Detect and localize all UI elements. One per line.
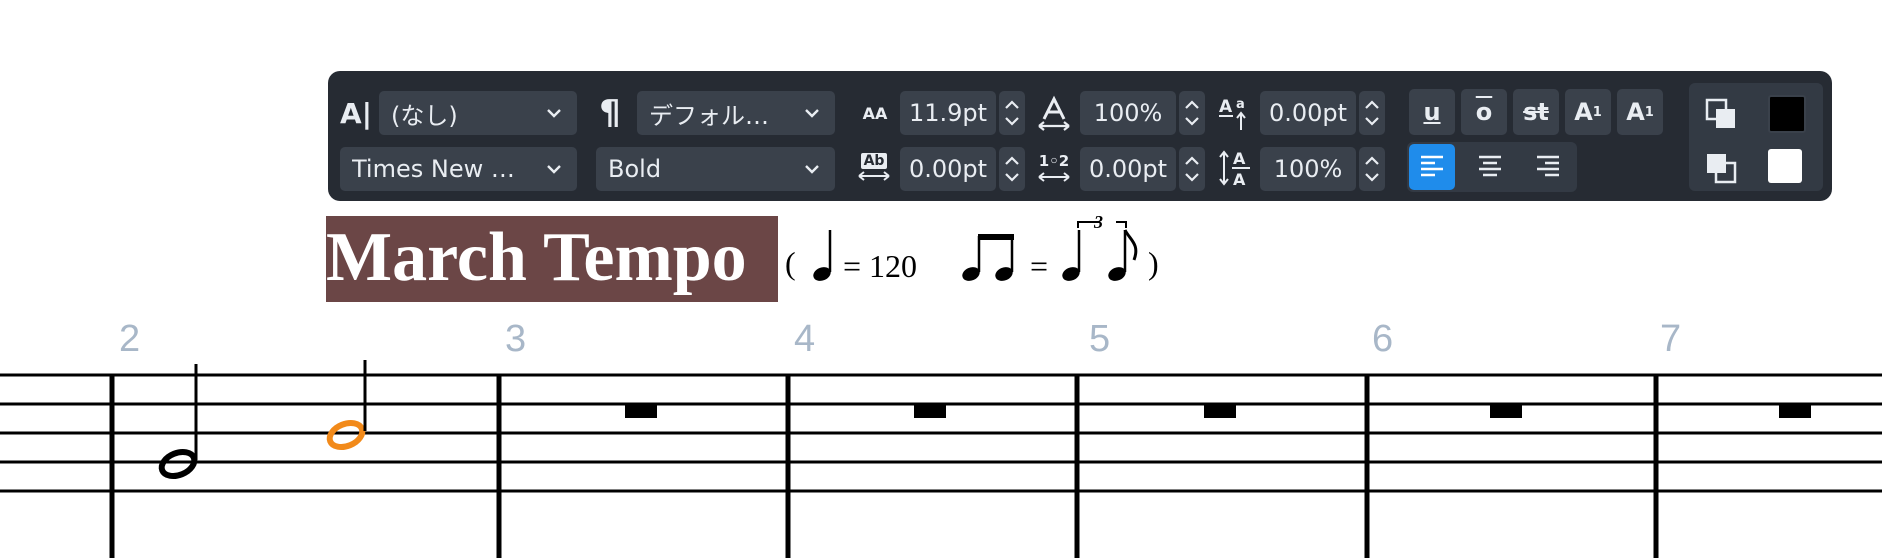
font-size-icon: AA [856,91,894,135]
align-center-button[interactable] [1467,144,1513,190]
chevron-down-icon [547,109,561,118]
whole-rest[interactable] [1779,404,1811,418]
line-spacing-field[interactable]: 100% [1260,147,1356,191]
layers-front-icon [1705,98,1735,128]
text-color-icon-button[interactable] [1698,91,1744,137]
beamed-eighths-icon [962,234,1014,281]
svg-text:A: A [1233,149,1246,168]
align-center-icon [1479,155,1501,177]
word-spacing-stepper[interactable] [1179,147,1205,191]
horizontal-scale-field[interactable]: 100% [1080,91,1176,135]
letter-spacing-stepper[interactable] [999,147,1025,191]
layers-back-icon [1707,154,1737,184]
measure-number: 7 [1660,318,1682,360]
subscript-small: 1 [1644,104,1654,120]
tuplet-number: 3 [1094,212,1103,232]
word-spacing-icon: 1◦2 [1034,145,1074,191]
font-size-field[interactable]: 11.9pt [900,91,996,135]
overline-label: o [1475,98,1493,126]
stepper-arrows-icon [1365,100,1379,126]
horizontal-scale-icon [1034,91,1074,135]
line-spacing-icon: AA [1215,145,1255,191]
horizontal-scale-stepper[interactable] [1179,91,1205,135]
superscript-button[interactable]: A1 [1565,89,1611,135]
stepper-arrows-icon [1365,156,1379,182]
staff-lines [0,373,1882,493]
baseline-offset-stepper[interactable] [1359,91,1385,135]
baseline-offset-value: 0.00pt [1268,99,1348,127]
character-style-dropdown[interactable]: デフォル… [637,91,835,135]
font-style-dropdown[interactable]: Bold [596,147,835,191]
overline-button[interactable]: o [1461,89,1507,135]
baseline-offset-field[interactable]: 0.00pt [1260,91,1356,135]
word-spacing-icon-label: 1◦2 [1038,152,1070,170]
underline-button[interactable]: u [1409,89,1455,135]
tempo-equals: = [1030,248,1049,284]
svg-text:A: A [1219,97,1233,117]
svg-text:a: a [1236,97,1245,112]
align-right-button[interactable] [1525,144,1571,190]
music-staff [0,360,1882,558]
measure-number: 3 [505,318,527,360]
subscript-label: A [1626,98,1645,126]
paren-open: ( [785,245,796,281]
line-spacing-stepper[interactable] [1359,147,1385,191]
measure-number: 6 [1372,318,1394,360]
align-left-icon [1421,155,1443,177]
svg-text:A: A [1233,170,1246,189]
word-spacing-field[interactable]: 0.00pt [1080,147,1176,191]
horizontal-scale-value: 100% [1093,99,1163,127]
align-left-button[interactable] [1409,144,1455,190]
barlines [109,375,1659,558]
letter-spacing-value: 0.00pt [908,155,988,183]
font-size-stepper[interactable] [999,91,1025,135]
subscript-button[interactable]: A1 [1617,89,1663,135]
strikethrough-label: st [1523,98,1549,126]
superscript-label: A [1574,98,1593,126]
chevron-down-icon [805,109,819,118]
paragraph-style-dropdown[interactable]: (なし) [379,91,577,135]
measure-number: 5 [1089,318,1111,360]
superscript-small: 1 [1592,104,1602,120]
word-spacing-value: 0.00pt [1088,155,1168,183]
baseline-offset-icon: Aa [1215,91,1255,135]
stepper-arrows-icon [1005,100,1019,126]
letter-spacing-icon: Ab [854,145,894,191]
background-color-icon-button[interactable] [1698,145,1744,191]
measure-number: 2 [119,318,141,360]
whole-rest[interactable] [1204,404,1236,418]
tempo-equals-120: = 120 [843,248,918,284]
line-spacing-value: 100% [1273,155,1343,183]
pilcrow-icon: ¶ [599,93,621,133]
chevron-down-icon [547,165,561,174]
strikethrough-button[interactable]: st [1513,89,1559,135]
whole-rest[interactable] [1490,404,1522,418]
whole-rest[interactable] [914,404,946,418]
font-size-value: 11.9pt [908,99,988,127]
tempo-title[interactable]: March Tempo [326,212,747,304]
text-properties-toolbar: A| (なし) ¶ デフォル… AA 11.9pt 100% Aa 0.00pt… [328,71,1832,201]
paragraph-style-icon: A| [340,96,372,130]
text-color-swatch[interactable] [1768,95,1806,133]
underline-label: u [1423,98,1441,126]
measure-number: 4 [794,318,816,360]
background-color-swatch[interactable] [1768,149,1802,183]
font-family-dropdown[interactable]: Times New … [340,147,577,191]
stepper-arrows-icon [1005,156,1019,182]
align-right-icon [1537,155,1559,177]
paren-close: ) [1148,245,1159,281]
stepper-arrows-icon [1185,100,1199,126]
letter-spacing-icon-label: Ab [860,153,888,169]
stepper-arrows-icon [1185,156,1199,182]
font-style-value: Bold [608,155,662,183]
chevron-down-icon [805,165,819,174]
paragraph-style-value: (なし) [391,101,458,130]
quarter-note-icon [813,230,832,281]
letter-spacing-field[interactable]: 0.00pt [900,147,996,191]
font-size-icon-label: AA [862,103,888,123]
whole-rest[interactable] [625,404,657,418]
font-family-value: Times New … [352,155,515,183]
character-style-value: デフォル… [649,101,769,130]
